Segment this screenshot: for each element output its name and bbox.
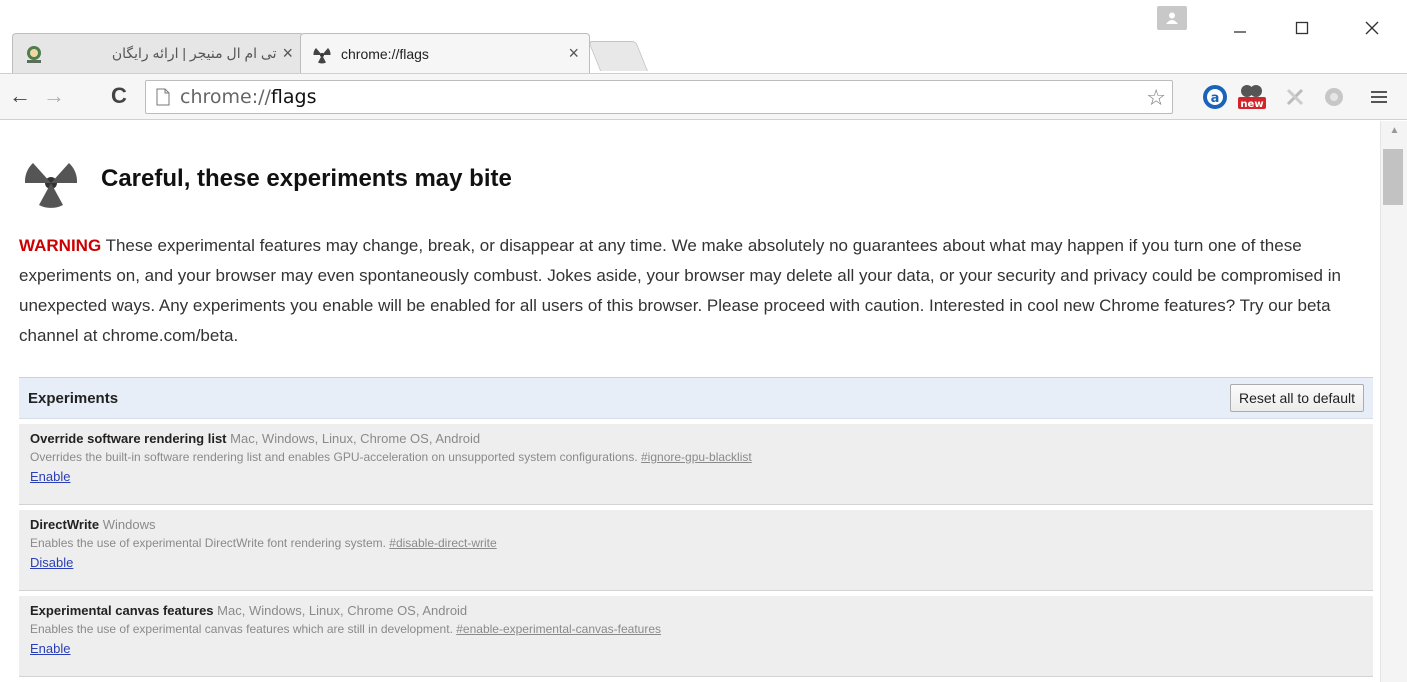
experiment-description: Enables the use of experimental DirectWr… xyxy=(30,536,386,550)
new-tab-button[interactable] xyxy=(587,41,649,71)
page-icon xyxy=(154,86,172,108)
page-header: Careful, these experiments may bite xyxy=(19,147,512,211)
experiment-platforms: Mac, Windows, Linux, Chrome OS, Android xyxy=(217,603,468,618)
experiment-toggle-link[interactable]: Enable xyxy=(30,641,70,656)
extension-a-icon[interactable]: a xyxy=(1200,82,1230,112)
experiment-anchor-link[interactable]: #ignore-gpu-blacklist xyxy=(641,450,752,464)
toolbar: ← → C chrome://flags ☆ a new xyxy=(0,73,1407,120)
tab-title: chrome://flags xyxy=(341,45,429,62)
tab-strip: تی ام ال منیجر | ارائه رایگان × chrome:/… xyxy=(0,33,1407,73)
experiment-name: Experimental canvas features xyxy=(30,603,214,618)
address-bar[interactable]: chrome://flags ☆ xyxy=(145,80,1173,114)
warning-text: These experimental features may change, … xyxy=(19,236,1341,345)
scroll-up-arrow-icon[interactable]: ▲ xyxy=(1381,125,1407,136)
radiation-icon xyxy=(24,163,78,208)
svg-text:a: a xyxy=(1211,91,1220,106)
hamburger-menu-icon[interactable] xyxy=(1364,82,1394,112)
experiment-anchor-link[interactable]: #enable-experimental-canvas-features xyxy=(456,622,661,636)
back-arrow-icon[interactable]: ← xyxy=(5,80,35,112)
experiment-description: Enables the use of experimental canvas f… xyxy=(30,622,453,636)
reload-icon[interactable]: C xyxy=(104,80,134,112)
experiments-header: Experiments Reset all to default xyxy=(19,377,1373,419)
experiment-name: DirectWrite xyxy=(30,517,100,532)
close-tab-icon[interactable]: × xyxy=(282,43,293,64)
extension-new-badge-icon[interactable]: new xyxy=(1236,82,1266,112)
experiment-item: Override software rendering list Mac, Wi… xyxy=(19,424,1373,505)
close-tab-icon[interactable]: × xyxy=(568,43,579,64)
extension-gray-icon[interactable] xyxy=(1319,82,1349,112)
warning-label: WARNING xyxy=(19,236,102,255)
experiments-section: Experiments Reset all to default Overrid… xyxy=(19,377,1373,677)
page-title: Careful, these experiments may bite xyxy=(101,165,512,192)
extension-tools-icon[interactable] xyxy=(1280,82,1310,112)
scroll-thumb[interactable] xyxy=(1383,149,1403,205)
experiment-toggle-link[interactable]: Disable xyxy=(30,555,73,570)
forward-arrow-icon[interactable]: → xyxy=(39,80,69,112)
experiments-heading: Experiments xyxy=(28,389,119,407)
experiment-description: Overrides the built-in software renderin… xyxy=(30,450,638,464)
experiment-item: DirectWrite Windows Enables the use of e… xyxy=(19,510,1373,591)
page-content: Careful, these experiments may bite WARN… xyxy=(0,121,1380,682)
warning-paragraph: WARNING These experimental features may … xyxy=(19,231,1374,351)
experiment-item: Experimental canvas features Mac, Window… xyxy=(19,596,1373,677)
radiation-icon xyxy=(311,43,333,65)
reset-all-button[interactable]: Reset all to default xyxy=(1230,384,1364,412)
avatar-icon xyxy=(23,43,45,65)
bookmark-star-icon[interactable]: ☆ xyxy=(1146,85,1166,111)
experiment-name: Override software rendering list xyxy=(30,431,227,446)
experiment-anchor-link[interactable]: #disable-direct-write xyxy=(389,536,496,550)
tab-tml-manager[interactable]: تی ام ال منیجر | ارائه رایگان × xyxy=(12,33,304,73)
svg-text:new: new xyxy=(1240,99,1263,110)
tab-chrome-flags[interactable]: chrome://flags × xyxy=(300,33,590,73)
vertical-scrollbar[interactable]: ▲ xyxy=(1380,121,1407,682)
experiment-platforms: Windows xyxy=(102,517,156,532)
tab-title: تی ام ال منیجر | ارائه رایگان xyxy=(111,45,277,61)
title-bar: تی ام ال منیجر | ارائه رایگان × chrome:/… xyxy=(0,0,1407,74)
profile-icon[interactable] xyxy=(1157,6,1187,30)
experiment-platforms: Mac, Windows, Linux, Chrome OS, Android xyxy=(230,431,481,446)
experiment-toggle-link[interactable]: Enable xyxy=(30,469,70,484)
url-text: chrome://flags xyxy=(180,86,317,108)
